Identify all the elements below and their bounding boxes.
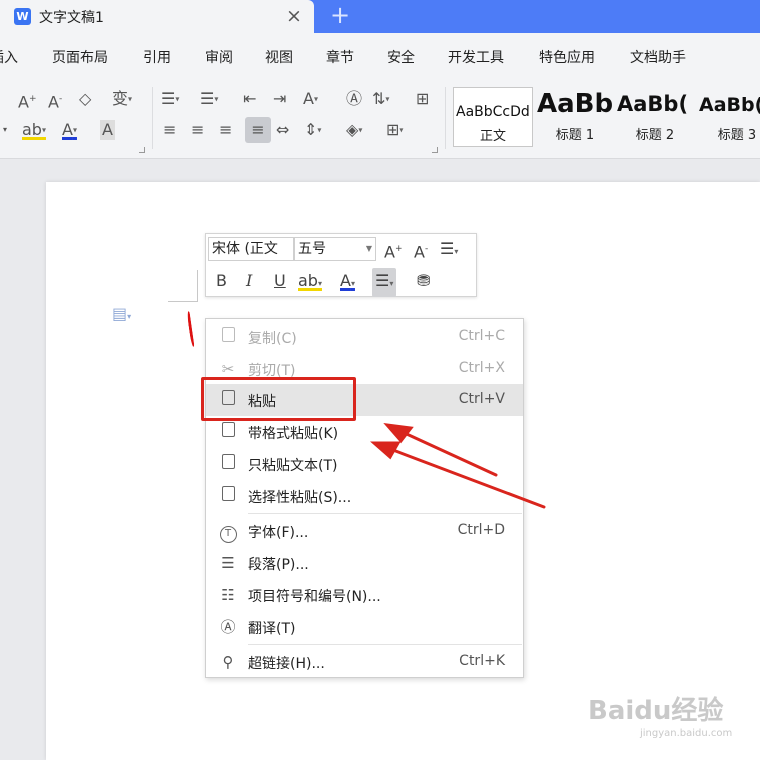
- baidu-watermark: Baidu经验: [588, 696, 724, 726]
- annotation-arrow-lower: [383, 445, 546, 509]
- annotation-arrowhead-lower: [370, 441, 401, 460]
- annotation-arrows: [370, 423, 546, 509]
- annotation-arrowhead-upper: [383, 423, 414, 444]
- baidu-watermark-url: jingyan.baidu.com: [640, 728, 733, 739]
- annotation-arrow-upper: [396, 428, 498, 477]
